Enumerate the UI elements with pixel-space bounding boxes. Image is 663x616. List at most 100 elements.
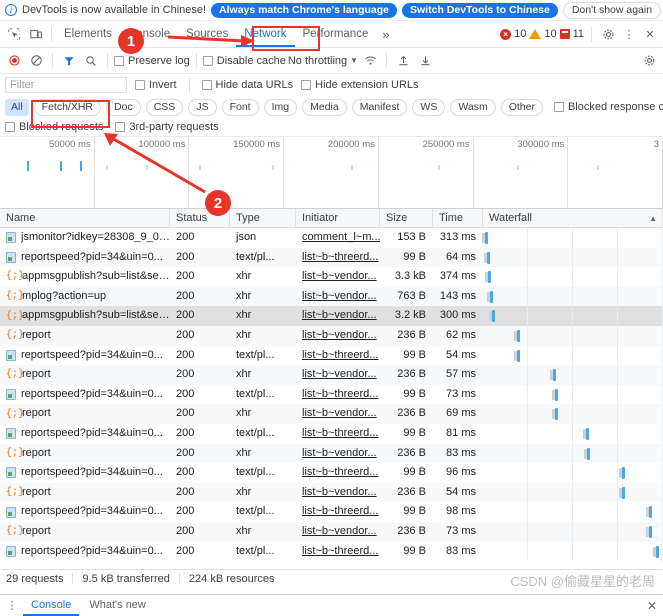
device-toolbar-icon[interactable]	[25, 23, 47, 45]
invert-checkbox[interactable]: Invert	[135, 79, 177, 91]
gear-icon[interactable]	[599, 25, 617, 43]
initiator-link[interactable]: list~b~threerd...	[302, 349, 378, 361]
chip-doc[interactable]: Doc	[106, 98, 141, 116]
chip-media[interactable]: Media	[302, 98, 347, 116]
table-row[interactable]: {;} report 200 xhr list~b~vendor... 236 B 62 m…	[0, 325, 663, 346]
search-icon[interactable]	[81, 51, 101, 71]
filter-icon[interactable]	[59, 51, 79, 71]
clear-icon[interactable]	[26, 51, 46, 71]
table-row[interactable]: reportspeed?pid=34&uin=0... 200 text/pl...…	[0, 247, 663, 268]
chip-font[interactable]: Font	[221, 98, 259, 116]
initiator-link[interactable]: list~b~vendor...	[302, 447, 377, 459]
network-conditions-icon[interactable]	[360, 51, 380, 71]
table-row[interactable]: {;} mplog?action=up 200 xhr list~b~vendor...…	[0, 286, 663, 307]
network-overview-timeline[interactable]: 50000 ms 100000 ms 150000 ms 200000 ms 25000…	[0, 137, 663, 209]
preserve-log-checkbox[interactable]: Preserve log	[114, 55, 190, 67]
chip-img[interactable]: Img	[263, 98, 298, 116]
initiator-link[interactable]: list~b~vendor...	[302, 290, 377, 302]
chip-ws[interactable]: WS	[412, 98, 446, 116]
initiator-link[interactable]: list~b~threerd...	[302, 388, 378, 400]
doc-icon	[6, 506, 16, 518]
initiator-link[interactable]: list~b~threerd...	[302, 466, 378, 478]
table-row[interactable]: {;} report 200 xhr list~b~vendor... 236 B 73 m…	[0, 521, 663, 542]
third-party-requests-checkbox[interactable]: 3rd-party requests	[115, 121, 219, 133]
table-row[interactable]: reportspeed?pid=34&uin=0... 200 text/pl...…	[0, 463, 663, 483]
table-row[interactable]: {;} report 200 xhr list~b~vendor... 236 B 54 m…	[0, 482, 663, 503]
column-header-size[interactable]: Size	[380, 209, 433, 228]
close-devtools-icon[interactable]: ✕	[641, 25, 659, 43]
blocked-response-cookies-checkbox[interactable]: Blocked response cookies	[553, 101, 663, 113]
drawer-tab-whats-new[interactable]: What's new	[81, 595, 154, 616]
chip-js[interactable]: JS	[188, 98, 217, 116]
column-header-type[interactable]: Type	[230, 209, 296, 228]
initiator-link[interactable]: list~b~threerd...	[302, 505, 378, 517]
more-tabs-icon[interactable]: »	[376, 27, 395, 42]
disable-cache-label: Disable cache	[216, 54, 286, 67]
switch-devtools-to-chinese-button[interactable]: Switch DevTools to Chinese	[402, 2, 558, 18]
table-row[interactable]: jsmonitor?idkey=28308_9_0;2... 200 json com…	[0, 228, 663, 248]
tab-performance[interactable]: Performance	[295, 21, 377, 47]
always-match-chrome-language-button[interactable]: Always match Chrome's language	[211, 2, 398, 18]
initiator-link[interactable]: list~b~vendor...	[302, 368, 377, 380]
chip-fetch-xhr[interactable]: Fetch/XHR	[33, 98, 102, 116]
waterfall-gridlines	[483, 365, 663, 385]
message-count[interactable]: 11	[559, 28, 584, 40]
filter-input[interactable]	[5, 77, 127, 93]
table-row[interactable]: {;} report 200 xhr list~b~vendor... 236 B 69 m…	[0, 404, 663, 424]
column-header-time[interactable]: Time	[433, 209, 483, 228]
initiator-link[interactable]: list~b~vendor...	[302, 329, 377, 341]
table-row[interactable]: reportspeed?pid=34&uin=0... 200 text/pl...…	[0, 541, 663, 562]
tab-elements[interactable]: Elements	[56, 21, 120, 47]
inspect-element-icon[interactable]	[3, 23, 25, 45]
table-row[interactable]: reportspeed?pid=34&uin=0... 200 text/pl...…	[0, 384, 663, 405]
drawer-menu-icon[interactable]: ⋮	[3, 597, 21, 615]
warning-count[interactable]: 10	[529, 28, 557, 40]
export-har-icon[interactable]	[415, 51, 435, 71]
column-header-status[interactable]: Status	[170, 209, 230, 228]
throttling-dropdown[interactable]: No throttling ▼	[288, 55, 358, 67]
initiator-link[interactable]: list~b~vendor...	[302, 407, 377, 419]
chip-css[interactable]: CSS	[145, 98, 184, 116]
initiator-link[interactable]: list~b~threerd...	[302, 427, 378, 439]
table-row[interactable]: {;} appmsgpublish?sub=list&sea... 200 xhr li…	[0, 267, 663, 287]
chip-all[interactable]: All	[5, 98, 29, 116]
initiator-link[interactable]: comment_l~m...	[302, 231, 380, 243]
tab-console[interactable]: Console	[120, 21, 178, 47]
table-row[interactable]: {;} report 200 xhr list~b~vendor... 236 B 57 m…	[0, 365, 663, 385]
initiator-link[interactable]: list~b~threerd...	[302, 545, 378, 557]
tab-network[interactable]: Network	[236, 21, 294, 47]
initiator-link[interactable]: list~b~vendor...	[302, 525, 377, 537]
import-har-icon[interactable]	[393, 51, 413, 71]
blocked-requests-checkbox[interactable]: Blocked requests	[5, 121, 103, 133]
table-row[interactable]: reportspeed?pid=34&uin=0... 200 text/pl...…	[0, 502, 663, 522]
network-settings-gear-icon[interactable]	[639, 51, 659, 71]
table-row[interactable]: reportspeed?pid=34&uin=0... 200 text/pl...…	[0, 423, 663, 444]
dont-show-again-button[interactable]: Don't show again	[562, 1, 662, 19]
drawer-close-icon[interactable]: ✕	[647, 599, 663, 613]
initiator-link[interactable]: list~b~vendor...	[302, 486, 377, 498]
devtools-window: i DevTools is now available in Chinese! …	[0, 0, 663, 616]
hide-extension-urls-checkbox[interactable]: Hide extension URLs	[301, 79, 419, 91]
column-header-initiator[interactable]: Initiator	[296, 209, 380, 228]
column-header-waterfall[interactable]: Waterfall ▲	[483, 209, 663, 228]
cell-initiator: list~b~vendor...	[296, 404, 380, 424]
menu-icon[interactable]: ⋮	[620, 25, 638, 43]
initiator-link[interactable]: list~b~vendor...	[302, 270, 377, 282]
initiator-link[interactable]: list~b~vendor...	[302, 309, 377, 321]
disable-cache-checkbox[interactable]: Disable cache	[202, 54, 286, 67]
table-row[interactable]: {;} appmsgpublish?sub=list&sea... 200 xhr li…	[0, 306, 663, 326]
tab-sources[interactable]: Sources	[178, 21, 236, 47]
table-row[interactable]: reportspeed?pid=34&uin=0... 200 text/pl...…	[0, 345, 663, 366]
chip-wasm[interactable]: Wasm	[450, 98, 496, 116]
chip-other[interactable]: Other	[500, 98, 543, 116]
hide-data-urls-checkbox[interactable]: Hide data URLs	[201, 79, 293, 91]
column-header-name[interactable]: Name	[0, 209, 170, 228]
initiator-link[interactable]: list~b~threerd...	[302, 251, 378, 263]
drawer-tab-console[interactable]: Console	[23, 595, 79, 616]
table-row[interactable]: {;} report 200 xhr list~b~vendor... 236 B 83 m…	[0, 443, 663, 464]
drawer-tabbar: ⋮ Console What's new ✕	[0, 594, 663, 616]
chip-manifest[interactable]: Manifest	[351, 98, 408, 116]
error-count[interactable]: × 10	[500, 28, 526, 40]
cell-size: 236 B	[397, 328, 426, 341]
record-button[interactable]	[4, 51, 24, 71]
